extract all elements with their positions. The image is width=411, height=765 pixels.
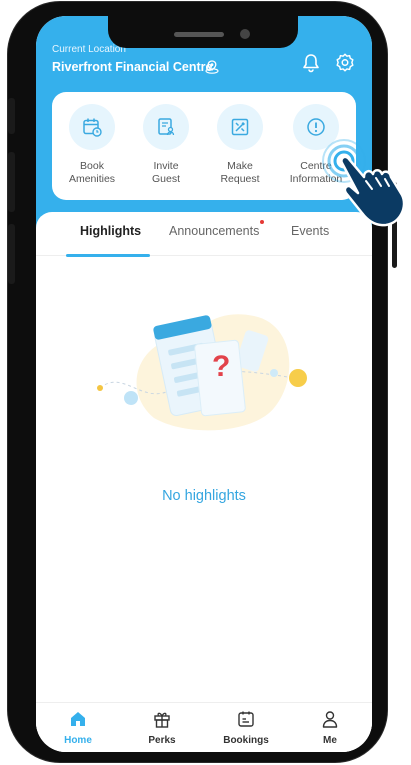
bottom-navigation: Home Perks Bookings Me (36, 702, 372, 752)
empty-state-illustration: ? (97, 314, 307, 431)
nav-home-label: Home (64, 735, 92, 746)
tab-highlights[interactable]: Highlights (80, 224, 141, 238)
tab-announcements[interactable]: Announcements (169, 224, 259, 238)
profile-icon (322, 711, 338, 728)
home-icon (71, 712, 85, 726)
quick-actions-card: Book Amenities Invite Guest Make Request… (52, 92, 356, 200)
guest-pass-icon (143, 104, 189, 150)
front-camera (240, 29, 250, 39)
request-tools-icon (217, 104, 263, 150)
speaker-grille (174, 32, 224, 37)
location-name[interactable]: Riverfront Financial Centre (52, 60, 212, 74)
active-tab-indicator (66, 254, 150, 257)
nav-bookings-label: Bookings (223, 735, 269, 746)
make-request-label: Make Request (220, 160, 260, 185)
calendar-clock-icon (69, 104, 115, 150)
phone-volume-up (8, 152, 15, 212)
svg-text:?: ? (212, 350, 230, 383)
phone-side-button (8, 98, 15, 134)
main-content: Highlights Announcements Events ? No hig… (36, 212, 372, 752)
phone-frame: Current Location Riverfront Financial Ce… (8, 2, 397, 762)
gift-icon (154, 712, 170, 728)
nav-perks-label: Perks (148, 735, 176, 746)
phone-volume-down (8, 224, 15, 284)
unread-dot (260, 220, 264, 224)
location-caption: Current Location (52, 44, 126, 55)
nav-me[interactable]: Me (298, 709, 362, 746)
nav-bookings[interactable]: Bookings (214, 709, 278, 746)
empty-state-message: No highlights (162, 488, 246, 504)
tap-hand-pointer-icon (322, 139, 406, 227)
app-screen: Current Location Riverfront Financial Ce… (36, 16, 372, 752)
book-amenities-button[interactable]: Book Amenities (56, 104, 128, 186)
nav-perks[interactable]: Perks (130, 709, 194, 746)
nav-home[interactable]: Home (46, 709, 110, 746)
invite-guest-button[interactable]: Invite Guest (130, 104, 202, 186)
make-request-button[interactable]: Make Request (204, 104, 276, 186)
phone-notch (108, 16, 298, 48)
location-pin-icon[interactable] (204, 59, 220, 75)
invite-guest-label: Invite Guest (151, 160, 180, 185)
book-amenities-label: Book Amenities (68, 160, 116, 185)
bookings-icon (238, 711, 254, 727)
nav-me-label: Me (323, 735, 337, 746)
gear-icon[interactable] (334, 52, 356, 74)
bell-icon[interactable] (300, 52, 322, 74)
